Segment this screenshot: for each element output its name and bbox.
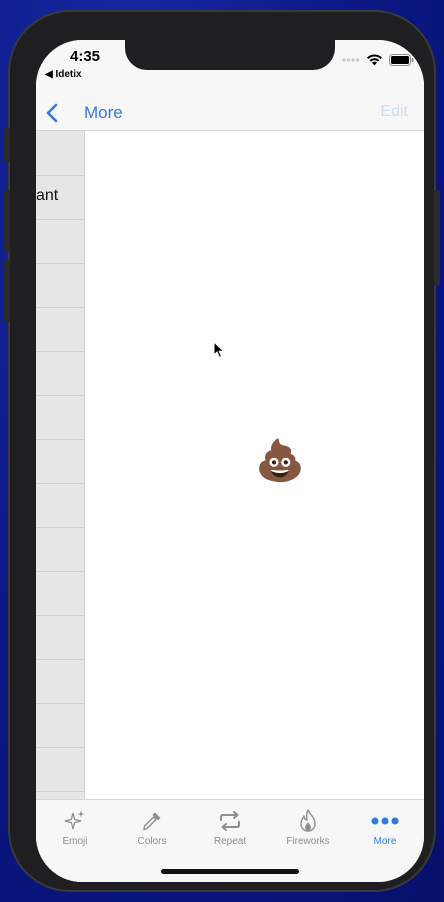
more-dots-icon (371, 817, 399, 825)
list-row[interactable] (36, 263, 84, 308)
list-row[interactable]: ant (36, 175, 84, 220)
list-row[interactable] (36, 703, 84, 748)
tab-label: Repeat (213, 836, 247, 847)
list-row[interactable] (36, 571, 84, 616)
list-row[interactable] (36, 615, 84, 660)
nav-title-more[interactable]: More (84, 103, 123, 123)
eyedropper-icon (143, 812, 161, 831)
list-row[interactable] (36, 351, 84, 396)
home-indicator[interactable] (161, 869, 299, 874)
pile-of-poo-emoji[interactable]: 💩 (255, 441, 305, 481)
flame-icon (300, 809, 316, 832)
status-icons (342, 54, 414, 66)
list-row[interactable] (36, 219, 84, 264)
status-time: 4:35 (70, 48, 101, 65)
list-row[interactable] (36, 659, 84, 704)
repeat-icon (220, 811, 240, 831)
list-row[interactable] (36, 483, 84, 528)
sparkles-icon (64, 810, 85, 830)
volume-down-button (4, 260, 10, 322)
list-row[interactable] (36, 439, 84, 484)
cellular-signal-icon (342, 58, 360, 62)
tab-label: Emoji (62, 836, 88, 847)
tab-colors[interactable]: Colors (113, 808, 191, 847)
list-row[interactable] (36, 131, 84, 176)
tab-label: More (373, 836, 397, 847)
tab-fireworks[interactable]: Fireworks (269, 808, 347, 847)
mouse-pointer-icon (213, 341, 225, 359)
wifi-icon (367, 54, 382, 66)
chevron-left-icon (46, 103, 58, 123)
notch (125, 40, 335, 70)
back-to-app-link[interactable]: ◀ Idetix (45, 69, 82, 80)
phone-frame: 4:35 ◀ Idetix More Edit ant 💩 Emoji Colo… (4, 10, 440, 892)
tab-emoji[interactable]: Emoji (36, 808, 114, 847)
list-row-text: ant (36, 187, 59, 204)
content-area[interactable]: 💩 (85, 131, 424, 799)
tab-repeat[interactable]: Repeat (191, 808, 269, 847)
list-row[interactable] (36, 395, 84, 440)
side-list: ant (36, 131, 85, 799)
volume-up-button (4, 190, 10, 252)
edit-button[interactable]: Edit (380, 103, 408, 121)
list-row[interactable] (36, 527, 84, 572)
tab-more[interactable]: More (346, 808, 424, 847)
navigation-bar: More Edit (36, 100, 424, 131)
list-row[interactable] (36, 747, 84, 792)
back-button[interactable] (42, 98, 62, 128)
screen: 4:35 ◀ Idetix More Edit ant 💩 Emoji Colo… (36, 40, 424, 882)
tab-label: Colors (137, 836, 167, 847)
side-button (4, 128, 10, 162)
battery-icon (389, 54, 414, 66)
list-row[interactable] (36, 307, 84, 352)
tab-label: Fireworks (286, 836, 330, 847)
power-button (434, 190, 440, 286)
